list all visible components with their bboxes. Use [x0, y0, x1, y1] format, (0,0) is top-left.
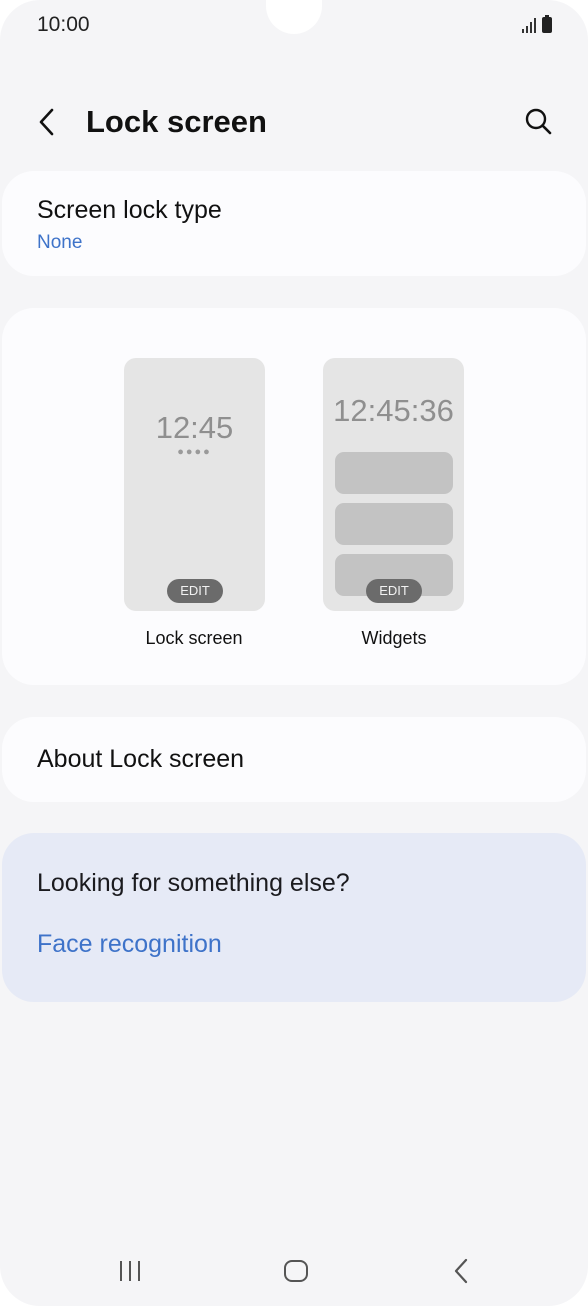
about-lock-screen-label: About Lock screen: [37, 745, 245, 773]
status-time: 10:00: [37, 13, 90, 36]
screen-lock-type-label: Screen lock type: [37, 196, 222, 224]
recents-icon: [120, 1261, 140, 1281]
suggestions-title: Looking for something else?: [37, 869, 350, 897]
nav-back-button[interactable]: [448, 1256, 476, 1286]
app-header: Lock screen: [0, 92, 588, 152]
lock-screen-preview-card: 12:45 ●●●● EDIT Lock screen 12:45:36 EDI…: [2, 308, 586, 685]
status-icons: [522, 15, 552, 33]
back-button[interactable]: [30, 104, 66, 140]
search-button[interactable]: [520, 104, 556, 140]
widget-placeholder: [335, 503, 453, 545]
search-icon: [525, 108, 552, 135]
about-lock-screen-item[interactable]: About Lock screen: [2, 717, 586, 802]
screen: 10:00 Lock screen Screen lock type None …: [0, 0, 588, 1306]
battery-icon: [542, 15, 552, 33]
navigation-bar: [0, 1240, 588, 1300]
recents-button[interactable]: [117, 1258, 145, 1284]
widgets-preview[interactable]: 12:45:36 EDIT: [323, 358, 464, 611]
edit-widgets-button[interactable]: EDIT: [366, 579, 422, 603]
preview-clock: 12:45: [155, 410, 234, 445]
home-button[interactable]: [282, 1258, 310, 1284]
screen-lock-type-item[interactable]: Screen lock type None: [2, 171, 586, 276]
lock-screen-preview[interactable]: 12:45 ●●●● EDIT: [124, 358, 265, 611]
lock-screen-caption: Lock screen: [145, 628, 243, 648]
camera-notch: [266, 0, 322, 34]
suggestions-card: Looking for something else? Face recogni…: [2, 833, 586, 1002]
screen-lock-type-value: None: [37, 232, 83, 253]
page-title: Lock screen: [86, 104, 267, 139]
preview-clock: 12:45:36: [333, 393, 454, 428]
widget-placeholder: [335, 452, 453, 494]
face-recognition-link[interactable]: Face recognition: [37, 930, 222, 959]
home-icon: [284, 1260, 308, 1282]
edit-lock-screen-button[interactable]: EDIT: [167, 579, 223, 603]
signal-icon: [522, 17, 536, 33]
preview-dots: ●●●●: [177, 446, 212, 458]
widgets-caption: Widgets: [361, 628, 427, 648]
chevron-left-icon: [39, 108, 54, 136]
back-icon: [454, 1258, 468, 1284]
